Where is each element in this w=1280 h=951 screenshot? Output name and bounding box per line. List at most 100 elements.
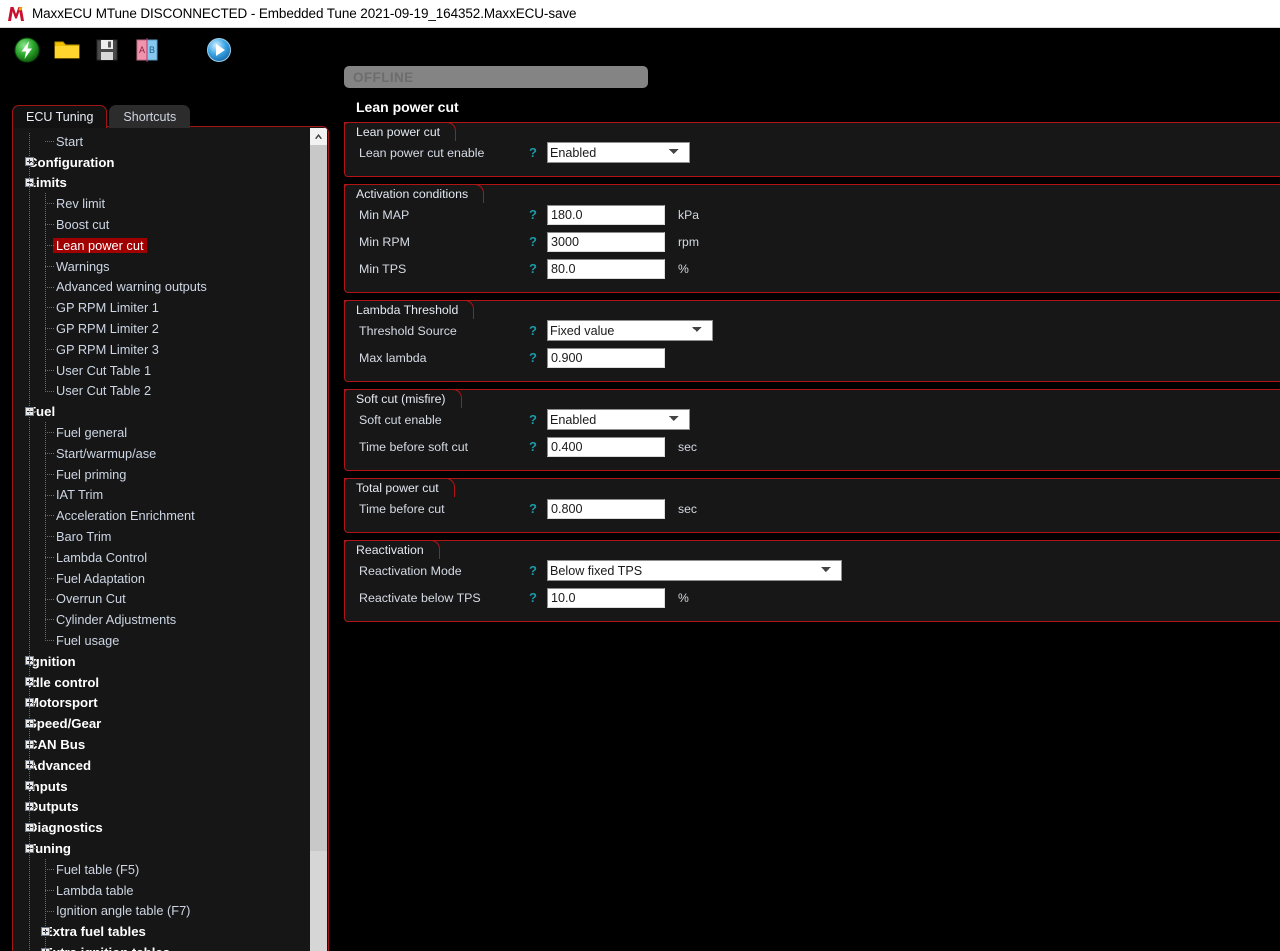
save-file-button[interactable]	[90, 33, 124, 67]
compare-tunes-button[interactable]: A B	[130, 33, 164, 67]
tree-item-label: GP RPM Limiter 2	[56, 321, 159, 337]
help-icon[interactable]: ?	[529, 563, 547, 578]
scrollbar-thumb[interactable]	[310, 145, 327, 851]
tree-item-ignition-angle-table-f7-[interactable]: Ignition angle table (F7)	[13, 901, 305, 922]
tree-connector-line	[45, 557, 55, 558]
tree-connector-line	[30, 765, 38, 766]
tree-item-advanced-warning-outputs[interactable]: Advanced warning outputs	[13, 277, 305, 298]
tree-item-baro-trim[interactable]: Baro Trim	[13, 526, 305, 547]
field-label: Reactivation Mode	[359, 563, 462, 578]
help-icon[interactable]: ?	[529, 207, 547, 222]
tree-item-label: Rev limit	[56, 196, 106, 212]
tree-connector-line	[30, 848, 38, 850]
lean-power-cut-enable-select[interactable]: DisabledEnabled	[547, 142, 690, 163]
field-label: Max lambda	[359, 350, 427, 365]
tree-group-limits[interactable]: Limits	[13, 173, 305, 194]
tree-connector-line	[45, 422, 46, 641]
tab-shortcuts[interactable]: Shortcuts	[109, 105, 191, 128]
tree-group-outputs[interactable]: Outputs	[13, 797, 305, 818]
help-icon[interactable]: ?	[529, 234, 547, 249]
tree-scrollbar[interactable]	[310, 128, 327, 951]
min-tps-input[interactable]	[547, 258, 665, 279]
tree-item-gp-rpm-limiter-2[interactable]: GP RPM Limiter 2	[13, 318, 305, 339]
tree-group-idle-control[interactable]: Idle control	[13, 672, 305, 693]
field-unit: sec	[678, 501, 697, 516]
tree-item-user-cut-table-1[interactable]: User Cut Table 1	[13, 360, 305, 381]
tree-connector-line	[30, 182, 38, 184]
soft-cut-enable-select[interactable]: DisabledEnabled	[547, 409, 690, 430]
group-reactivation: Reactivation Reactivation Mode? Below fixe…	[344, 540, 1280, 622]
connect-ecu-button[interactable]	[10, 33, 44, 67]
group-lambda-threshold: Lambda Threshold Threshold Source? Fixed v…	[344, 300, 1280, 382]
tree-item-fuel-adaptation[interactable]: Fuel Adaptation	[13, 568, 305, 589]
field-unit: %	[678, 590, 689, 605]
help-icon[interactable]: ?	[529, 501, 547, 516]
tree-item-fuel-usage[interactable]: Fuel usage	[13, 630, 305, 651]
reactivate-below-tps-input[interactable]	[547, 587, 665, 608]
tree-group-extra-ignition-tables[interactable]: Extra ignition tables	[13, 942, 305, 951]
tree-connector-line	[45, 473, 55, 475]
help-icon[interactable]: ?	[529, 323, 547, 338]
open-file-button[interactable]	[50, 33, 84, 67]
tree-connector-line	[45, 859, 46, 951]
group-title: Reactivation	[344, 540, 440, 559]
tree-item-fuel-priming[interactable]: Fuel priming	[13, 464, 305, 485]
help-icon[interactable]: ?	[529, 350, 547, 365]
start-logging-button[interactable]	[202, 33, 236, 67]
scroll-up-button[interactable]	[310, 128, 327, 145]
tree-group-extra-fuel-tables[interactable]: Extra fuel tables	[13, 921, 305, 942]
max-lambda-input[interactable]	[547, 347, 665, 368]
tree-item-gp-rpm-limiter-1[interactable]: GP RPM Limiter 1	[13, 297, 305, 318]
tree-item-user-cut-table-2[interactable]: User Cut Table 2	[13, 381, 305, 402]
tree-group-ignition[interactable]: Ignition	[13, 651, 305, 672]
tree-item-iat-trim[interactable]: IAT Trim	[13, 485, 305, 506]
left-panel-tabbar: ECU Tuning Shortcuts	[12, 104, 191, 128]
help-icon[interactable]: ?	[529, 590, 547, 605]
tree-item-label: Warnings	[56, 258, 110, 274]
help-icon[interactable]: ?	[529, 412, 547, 427]
tree-item-start-warmup-ase[interactable]: Start/warmup/ase	[13, 443, 305, 464]
help-icon[interactable]: ?	[529, 261, 547, 276]
tree-group-fuel[interactable]: Fuel	[13, 401, 305, 422]
tree-item-label: User Cut Table 2	[56, 383, 152, 399]
tree-group-motorsport[interactable]: Motorsport	[13, 693, 305, 714]
tree-group-configuration[interactable]: Configuration	[13, 152, 305, 173]
min-rpm-input[interactable]	[547, 231, 665, 252]
help-icon[interactable]: ?	[529, 145, 547, 160]
time-before-cut-input[interactable]	[547, 498, 665, 519]
tree-item-lambda-control[interactable]: Lambda Control	[13, 547, 305, 568]
tree-item-cylinder-adjustments[interactable]: Cylinder Adjustments	[13, 609, 305, 630]
tree-item-acceleration-enrichment[interactable]: Acceleration Enrichment	[13, 505, 305, 526]
maxxecu-m-logo-icon	[6, 4, 26, 24]
threshold-source-select[interactable]: Fixed valueLambda target table	[547, 320, 713, 341]
min-map-input[interactable]	[547, 204, 665, 225]
tree-item-start[interactable]: Start	[13, 131, 305, 152]
tree-connector-line	[45, 307, 55, 309]
help-icon[interactable]: ?	[529, 439, 547, 454]
reactivation-mode-select[interactable]: Below fixed TPSLambda above thresholdMan…	[547, 560, 842, 581]
tree-group-diagnostics[interactable]: Diagnostics	[13, 817, 305, 838]
field-label: Reactivate below TPS	[359, 590, 481, 605]
tree-group-advanced[interactable]: Advanced	[13, 755, 305, 776]
group-title: Total power cut	[344, 478, 455, 497]
tree-item-fuel-table-f5-[interactable]: Fuel table (F5)	[13, 859, 305, 880]
field-control-wrapper	[547, 258, 665, 279]
tree-item-label: Cylinder Adjustments	[56, 612, 177, 628]
tree-group-inputs[interactable]: Inputs	[13, 776, 305, 797]
time-before-soft-cut-input[interactable]	[547, 436, 665, 457]
tree-item-warnings[interactable]: Warnings	[13, 256, 305, 277]
tree-group-can-bus[interactable]: CAN Bus	[13, 734, 305, 755]
group-activation-conditions: Activation conditions Min MAP? kPa Min RPM?…	[344, 184, 1280, 293]
tree-group-speed-gear[interactable]: Speed/Gear	[13, 713, 305, 734]
tree-item-fuel-general[interactable]: Fuel general	[13, 422, 305, 443]
tree-group-tuning[interactable]: Tuning	[13, 838, 305, 859]
tree-item-boost-cut[interactable]: Boost cut	[13, 214, 305, 235]
tree-item-overrun-cut[interactable]: Overrun Cut	[13, 589, 305, 610]
tree-item-lean-power-cut[interactable]: Lean power cut	[13, 235, 305, 256]
tree-item-lambda-table[interactable]: Lambda table	[13, 880, 305, 901]
tree-item-gp-rpm-limiter-3[interactable]: GP RPM Limiter 3	[13, 339, 305, 360]
form-row: Time before soft cut? sec	[345, 433, 1280, 460]
tree-connector-line	[45, 869, 55, 870]
tree-item-rev-limit[interactable]: Rev limit	[13, 193, 305, 214]
tab-ecu-tuning[interactable]: ECU Tuning	[12, 105, 108, 128]
